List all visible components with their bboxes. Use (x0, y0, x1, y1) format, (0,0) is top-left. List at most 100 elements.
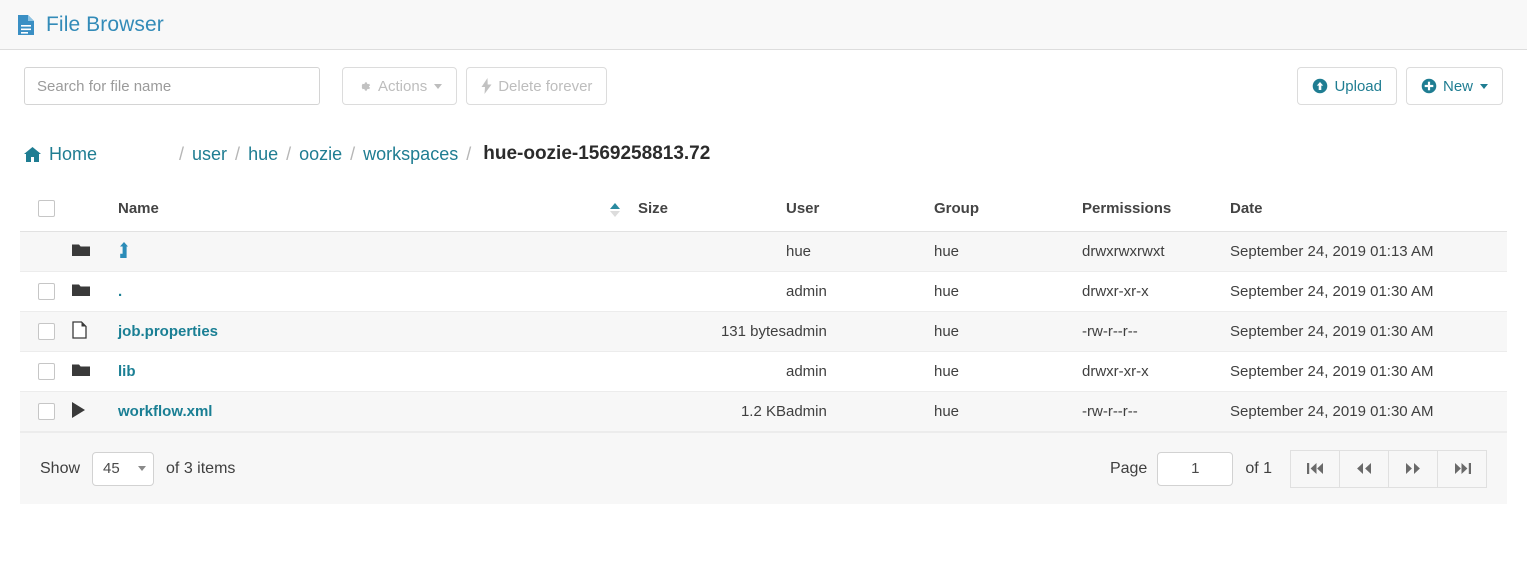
group-header[interactable]: Group (934, 186, 1082, 232)
page-number-input[interactable] (1157, 452, 1233, 486)
row-name-link[interactable]: job.properties (118, 323, 218, 340)
breadcrumb-separator: / (350, 144, 355, 165)
row-type-icon-cell (72, 232, 118, 272)
page-label: Page (1110, 460, 1147, 478)
row-name-link[interactable]: workflow.xml (118, 403, 212, 420)
row-name-cell[interactable]: job.properties (118, 312, 610, 352)
row-sort-spacer (610, 352, 638, 392)
row-sort-spacer (610, 232, 638, 272)
permissions-header[interactable]: Permissions (1082, 186, 1230, 232)
row-name-cell[interactable]: workflow.xml (118, 392, 610, 432)
bolt-icon (481, 78, 492, 94)
row-group-cell: hue (934, 392, 1082, 432)
breadcrumb-separator: / (235, 144, 240, 165)
page-title: File Browser (46, 13, 164, 37)
breadcrumb-home[interactable]: Home (24, 144, 97, 165)
last-page-button[interactable] (1437, 450, 1487, 488)
previous-page-button[interactable] (1339, 450, 1388, 488)
row-size-cell (638, 272, 786, 312)
row-size-cell (638, 232, 786, 272)
user-header[interactable]: User (786, 186, 934, 232)
page-total-label: of 1 (1245, 460, 1272, 478)
row-user-cell: hue (786, 232, 934, 272)
toolbar-right-group: Upload New (1297, 67, 1503, 105)
search-input[interactable] (24, 67, 320, 105)
breadcrumb-item-workspaces[interactable]: workspaces (363, 144, 458, 165)
row-checkbox[interactable] (38, 283, 55, 300)
row-name-link[interactable]: lib (118, 363, 136, 380)
row-checkbox[interactable] (38, 363, 55, 380)
level-up-icon[interactable] (118, 245, 132, 262)
actions-button[interactable]: Actions (342, 67, 457, 105)
app-header: File Browser (0, 0, 1527, 50)
row-checkbox-cell (20, 312, 72, 352)
breadcrumb-item-oozie[interactable]: oozie (299, 144, 342, 165)
row-date-cell: September 24, 2019 01:13 AM (1230, 232, 1507, 272)
row-date-cell: September 24, 2019 01:30 AM (1230, 352, 1507, 392)
row-type-icon-cell (72, 352, 118, 392)
row-name-cell[interactable]: . (118, 272, 610, 312)
breadcrumb-separator: / (466, 144, 471, 165)
first-page-button[interactable] (1290, 450, 1339, 488)
row-permissions-cell: -rw-r--r-- (1082, 392, 1230, 432)
row-group-cell: hue (934, 232, 1082, 272)
name-header[interactable]: Name (118, 186, 610, 232)
row-user-cell: admin (786, 352, 934, 392)
breadcrumb-current: hue-oozie-1569258813.72 (483, 143, 710, 165)
row-sort-spacer (610, 392, 638, 432)
table-row[interactable]: . admin hue drwxr-xr-x September 24, 201… (20, 272, 1507, 312)
table-row[interactable]: lib admin hue drwxr-xr-x September 24, 2… (20, 352, 1507, 392)
play-icon (72, 402, 85, 418)
table-row[interactable]: job.properties 131 bytes admin hue -rw-r… (20, 312, 1507, 352)
row-permissions-cell: drwxr-xr-x (1082, 272, 1230, 312)
table-row[interactable]: hue hue drwxrwxrwxt September 24, 2019 0… (20, 232, 1507, 272)
row-checkbox[interactable] (38, 403, 55, 420)
sort-up-arrow-icon (610, 203, 620, 209)
icon-header (72, 186, 118, 232)
gear-icon (357, 79, 372, 94)
breadcrumb: Home / user / hue / oozie / workspaces /… (0, 122, 1527, 186)
row-sort-spacer (610, 272, 638, 312)
row-name-cell[interactable]: lib (118, 352, 610, 392)
row-checkbox-cell (20, 272, 72, 312)
pager-button-group (1290, 450, 1487, 488)
row-permissions-cell: -rw-r--r-- (1082, 312, 1230, 352)
upload-button-label: Upload (1334, 78, 1382, 95)
row-name-link[interactable]: . (118, 283, 122, 300)
home-icon (24, 147, 41, 162)
chevron-down-icon (1480, 84, 1488, 89)
breadcrumb-item-hue[interactable]: hue (248, 144, 278, 165)
row-checkbox-cell (20, 392, 72, 432)
row-checkbox[interactable] (38, 323, 55, 340)
folder-icon (72, 364, 90, 381)
row-date-cell: September 24, 2019 01:30 AM (1230, 272, 1507, 312)
breadcrumb-separator: / (179, 144, 184, 165)
next-page-button[interactable] (1388, 450, 1437, 488)
size-header[interactable]: Size (638, 186, 786, 232)
delete-forever-button[interactable]: Delete forever (466, 67, 607, 105)
plus-circle-icon (1421, 78, 1437, 94)
upload-circle-icon (1312, 78, 1328, 94)
new-button-label: New (1443, 78, 1473, 95)
sort-indicator-header[interactable] (610, 186, 638, 232)
row-checkbox-cell (20, 352, 72, 392)
page-size-select[interactable]: 45 (92, 452, 154, 486)
row-permissions-cell: drwxr-xr-x (1082, 352, 1230, 392)
upload-button[interactable]: Upload (1297, 67, 1397, 105)
select-all-checkbox[interactable] (38, 200, 55, 217)
breadcrumb-item-user[interactable]: user (192, 144, 227, 165)
row-sort-spacer (610, 312, 638, 352)
row-group-cell: hue (934, 352, 1082, 392)
toolbar: Actions Delete forever Upload (0, 50, 1527, 122)
row-group-cell: hue (934, 312, 1082, 352)
sort-asc-icon[interactable] (610, 203, 620, 217)
row-name-cell[interactable] (118, 232, 610, 272)
folder-icon (72, 244, 90, 261)
pagination-controls: Page of 1 (1110, 450, 1487, 488)
new-button[interactable]: New (1406, 67, 1503, 105)
row-checkbox-cell (20, 232, 72, 272)
table-footer: Show 45 of 3 items Page of 1 (20, 432, 1507, 504)
select-all-header (20, 186, 72, 232)
date-header[interactable]: Date (1230, 186, 1507, 232)
table-row[interactable]: workflow.xml 1.2 KB admin hue -rw-r--r--… (20, 392, 1507, 432)
